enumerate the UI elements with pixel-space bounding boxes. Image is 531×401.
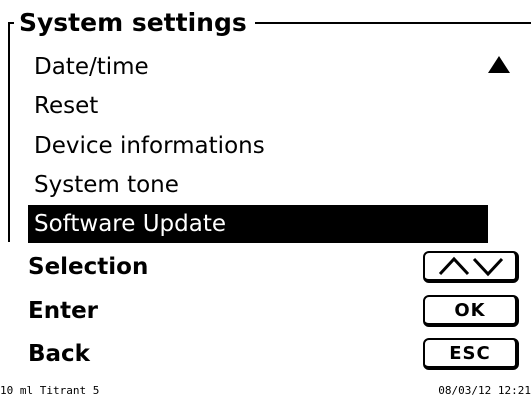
softkey-label-enter: Enter [28, 298, 99, 324]
esc-key[interactable]: ESC [423, 338, 519, 370]
status-datetime: 08/03/12 12:21 [438, 384, 531, 397]
ok-key[interactable]: OK [423, 295, 519, 327]
menu-item-reset[interactable]: Reset [28, 87, 488, 125]
panel-frame-left [8, 22, 10, 242]
menu-item-system-tone[interactable]: System tone [28, 166, 488, 204]
menu-item-date-time[interactable]: Date/time [28, 48, 488, 86]
selection-key[interactable] [423, 251, 519, 283]
softkey-label-back: Back [28, 341, 90, 367]
status-method: 10 ml Titrant 5 [0, 384, 100, 397]
panel-title: System settings [14, 5, 255, 41]
up-down-arrows-icon [438, 256, 504, 277]
scroll-up-icon[interactable] [488, 56, 510, 73]
softkey-label-selection: Selection [28, 254, 149, 280]
menu-item-device-informations[interactable]: Device informations [28, 127, 488, 165]
menu-item-software-update[interactable]: Software Update [28, 205, 488, 243]
